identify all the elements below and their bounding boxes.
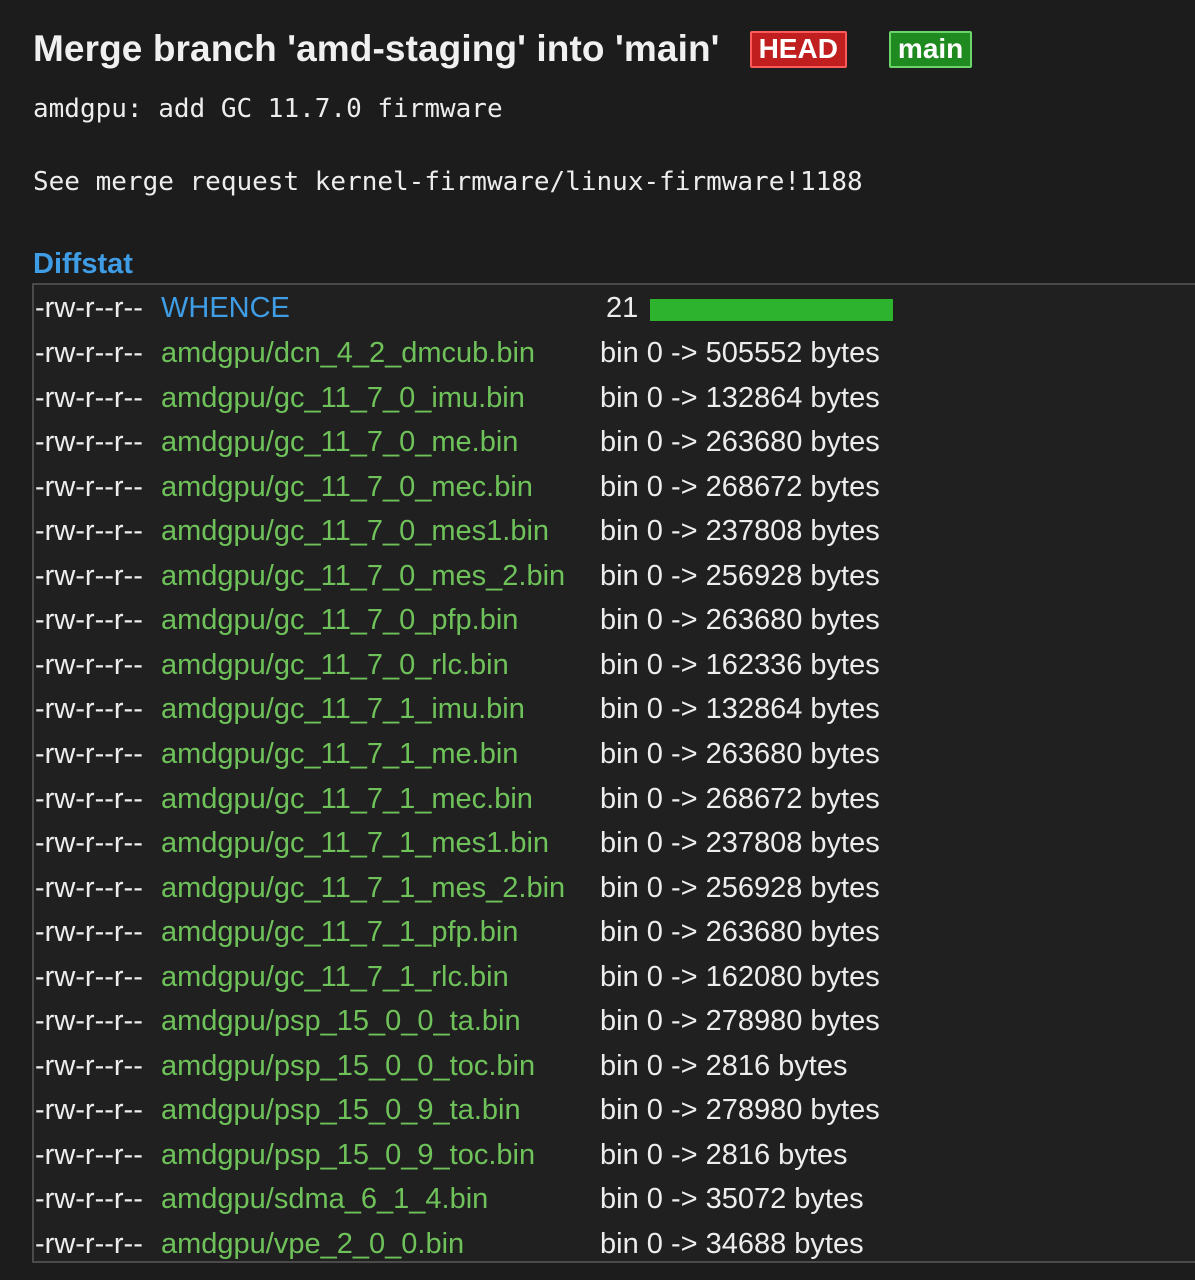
- binary-stat: bin 0 -> 505552 bytes: [600, 337, 880, 369]
- diffstat-row: -rw-r--r-- amdgpu/gc_11_7_1_imu.bin bin 0 …: [35, 687, 1185, 731]
- file-mode: -rw-r--r--: [35, 916, 143, 949]
- diffstat-row: -rw-r--r-- amdgpu/psp_15_0_0_ta.bin bin 0 …: [35, 999, 1185, 1043]
- binary-stat: bin 0 -> 263680 bytes: [600, 604, 880, 637]
- file-mode: -rw-r--r--: [35, 559, 143, 592]
- file-mode: -rw-r--r--: [35, 1138, 143, 1171]
- binary-stat: bin 0 -> 256928 bytes: [600, 559, 880, 592]
- file-link[interactable]: amdgpu/gc_11_7_1_mes_2.bin: [161, 866, 565, 910]
- diffstat-row: -rw-r--r-- amdgpu/gc_11_7_0_rlc.bin bin 0 …: [35, 643, 1185, 687]
- diff-bar: [650, 299, 893, 321]
- file-link[interactable]: amdgpu/gc_11_7_0_mes1.bin: [161, 509, 549, 553]
- binary-stat: bin 0 -> 162336 bytes: [600, 648, 880, 681]
- binary-stat: bin 0 -> 237808 bytes: [600, 515, 880, 548]
- change-count: 21: [606, 292, 639, 324]
- diffstat-row: -rw-r--r-- amdgpu/psp_15_0_9_ta.bin bin 0 …: [35, 1088, 1185, 1132]
- diffstat-row: -rw-r--r-- amdgpu/dcn_4_2_dmcub.bin bin 0 …: [35, 331, 1185, 375]
- binary-stat: bin 0 -> 268672 bytes: [600, 470, 880, 503]
- commit-page: Merge branch 'amd-staging' into 'main' H…: [0, 0, 1195, 1280]
- binary-stat: bin 0 -> 263680 bytes: [600, 737, 880, 770]
- binary-stat: bin 0 -> 2816 bytes: [600, 1049, 848, 1082]
- file-link[interactable]: amdgpu/gc_11_7_0_pfp.bin: [161, 598, 518, 642]
- binary-stat: bin 0 -> 263680 bytes: [600, 426, 880, 459]
- binary-stat: bin 0 -> 132864 bytes: [600, 381, 880, 414]
- file-mode: -rw-r--r--: [35, 337, 143, 369]
- binary-stat: bin 0 -> 35072 bytes: [600, 1183, 864, 1216]
- diffstat-row: -rw-r--r-- amdgpu/gc_11_7_0_me.bin bin 0 -…: [35, 420, 1185, 464]
- diffstat-row: -rw-r--r-- amdgpu/vpe_2_0_0.bin bin 0 -> 3…: [35, 1222, 1185, 1266]
- file-link[interactable]: amdgpu/gc_11_7_0_rlc.bin: [161, 643, 509, 687]
- diffstat-row: -rw-r--r-- amdgpu/gc_11_7_0_mes_2.bin bin …: [35, 554, 1185, 598]
- file-link[interactable]: amdgpu/gc_11_7_0_mes_2.bin: [161, 554, 565, 598]
- diffstat-row: -rw-r--r-- amdgpu/gc_11_7_1_mes1.bin bin 0…: [35, 821, 1185, 865]
- diffstat-row: -rw-r--r-- amdgpu/gc_11_7_0_imu.bin bin 0 …: [35, 376, 1185, 420]
- file-mode: -rw-r--r--: [35, 871, 143, 904]
- file-mode: -rw-r--r--: [35, 1049, 143, 1082]
- file-link[interactable]: amdgpu/gc_11_7_0_imu.bin: [161, 376, 525, 420]
- diffstat-row: -rw-r--r-- amdgpu/gc_11_7_1_me.bin bin 0 -…: [35, 732, 1185, 776]
- diffstat-row: -rw-r--r-- amdgpu/gc_11_7_1_pfp.bin bin 0 …: [35, 910, 1185, 954]
- file-link[interactable]: amdgpu/gc_11_7_0_mec.bin: [161, 465, 533, 509]
- commit-title-row: Merge branch 'amd-staging' into 'main' H…: [33, 28, 973, 70]
- file-mode: -rw-r--r--: [35, 604, 143, 637]
- file-mode: -rw-r--r--: [35, 470, 143, 503]
- file-mode: -rw-r--r--: [35, 292, 143, 324]
- file-link[interactable]: amdgpu/gc_11_7_1_mes1.bin: [161, 821, 549, 865]
- binary-stat: bin 0 -> 34688 bytes: [600, 1228, 864, 1260]
- file-link[interactable]: amdgpu/vpe_2_0_0.bin: [161, 1222, 464, 1266]
- head-ref-badge[interactable]: HEAD: [749, 30, 847, 68]
- binary-stat: bin 0 -> 278980 bytes: [600, 1005, 880, 1038]
- binary-stat: bin 0 -> 162080 bytes: [600, 960, 880, 993]
- commit-title: Merge branch 'amd-staging' into 'main': [33, 28, 720, 69]
- file-link[interactable]: WHENCE: [161, 286, 290, 330]
- file-link[interactable]: amdgpu/psp_15_0_9_toc.bin: [161, 1133, 535, 1177]
- commit-message-line: amdgpu: add GC 11.7.0 firmware: [33, 94, 503, 124]
- file-link[interactable]: amdgpu/gc_11_7_0_me.bin: [161, 420, 518, 464]
- diffstat-row-modified: -rw-r--r-- WHENCE 21: [35, 286, 1185, 330]
- file-mode: -rw-r--r--: [35, 960, 143, 993]
- file-mode: -rw-r--r--: [35, 426, 143, 459]
- commit-message-line: See merge request kernel-firmware/linux-…: [33, 167, 863, 197]
- file-link[interactable]: amdgpu/gc_11_7_1_rlc.bin: [161, 955, 509, 999]
- file-link[interactable]: amdgpu/psp_15_0_0_toc.bin: [161, 1044, 535, 1088]
- binary-stat: bin 0 -> 132864 bytes: [600, 693, 880, 726]
- diffstat-row: -rw-r--r-- amdgpu/gc_11_7_1_mes_2.bin bin …: [35, 866, 1185, 910]
- file-mode: -rw-r--r--: [35, 693, 143, 726]
- binary-stat: bin 0 -> 237808 bytes: [600, 827, 880, 860]
- file-mode: -rw-r--r--: [35, 782, 143, 815]
- file-link[interactable]: amdgpu/psp_15_0_9_ta.bin: [161, 1088, 521, 1132]
- file-link[interactable]: amdgpu/gc_11_7_1_mec.bin: [161, 777, 533, 821]
- file-mode: -rw-r--r--: [35, 827, 143, 860]
- diffstat-row: -rw-r--r-- amdgpu/psp_15_0_0_toc.bin bin 0…: [35, 1044, 1185, 1088]
- binary-stat: bin 0 -> 2816 bytes: [600, 1138, 848, 1171]
- diffstat-heading[interactable]: Diffstat: [33, 248, 133, 281]
- diffstat-row: -rw-r--r-- amdgpu/psp_15_0_9_toc.bin bin 0…: [35, 1133, 1185, 1177]
- binary-stat: bin 0 -> 263680 bytes: [600, 916, 880, 949]
- file-mode: -rw-r--r--: [35, 1183, 143, 1216]
- diffstat-row: -rw-r--r-- amdgpu/gc_11_7_0_pfp.bin bin 0 …: [35, 598, 1185, 642]
- diffstat-row: -rw-r--r-- amdgpu/gc_11_7_0_mec.bin bin 0 …: [35, 465, 1185, 509]
- file-mode: -rw-r--r--: [35, 381, 143, 414]
- file-mode: -rw-r--r--: [35, 648, 143, 681]
- diffstat-row: -rw-r--r-- amdgpu/gc_11_7_0_mes1.bin bin 0…: [35, 509, 1185, 553]
- file-link[interactable]: amdgpu/sdma_6_1_4.bin: [161, 1177, 488, 1221]
- binary-stat: bin 0 -> 268672 bytes: [600, 782, 880, 815]
- file-link[interactable]: amdgpu/dcn_4_2_dmcub.bin: [161, 331, 535, 375]
- main-branch-badge[interactable]: main: [888, 30, 973, 68]
- file-mode: -rw-r--r--: [35, 515, 143, 548]
- file-mode: -rw-r--r--: [35, 1094, 143, 1127]
- file-link[interactable]: amdgpu/psp_15_0_0_ta.bin: [161, 999, 521, 1043]
- diffstat-row: -rw-r--r-- amdgpu/gc_11_7_1_mec.bin bin 0 …: [35, 777, 1185, 821]
- file-mode: -rw-r--r--: [35, 737, 143, 770]
- binary-stat: bin 0 -> 278980 bytes: [600, 1094, 880, 1127]
- diffstat-row: -rw-r--r-- amdgpu/sdma_6_1_4.bin bin 0 -> …: [35, 1177, 1185, 1221]
- diffstat-row: -rw-r--r-- amdgpu/gc_11_7_1_rlc.bin bin 0 …: [35, 955, 1185, 999]
- file-link[interactable]: amdgpu/gc_11_7_1_pfp.bin: [161, 910, 518, 954]
- binary-stat: bin 0 -> 256928 bytes: [600, 871, 880, 904]
- file-mode: -rw-r--r--: [35, 1228, 143, 1260]
- file-link[interactable]: amdgpu/gc_11_7_1_me.bin: [161, 732, 518, 776]
- file-mode: -rw-r--r--: [35, 1005, 143, 1038]
- file-link[interactable]: amdgpu/gc_11_7_1_imu.bin: [161, 687, 525, 731]
